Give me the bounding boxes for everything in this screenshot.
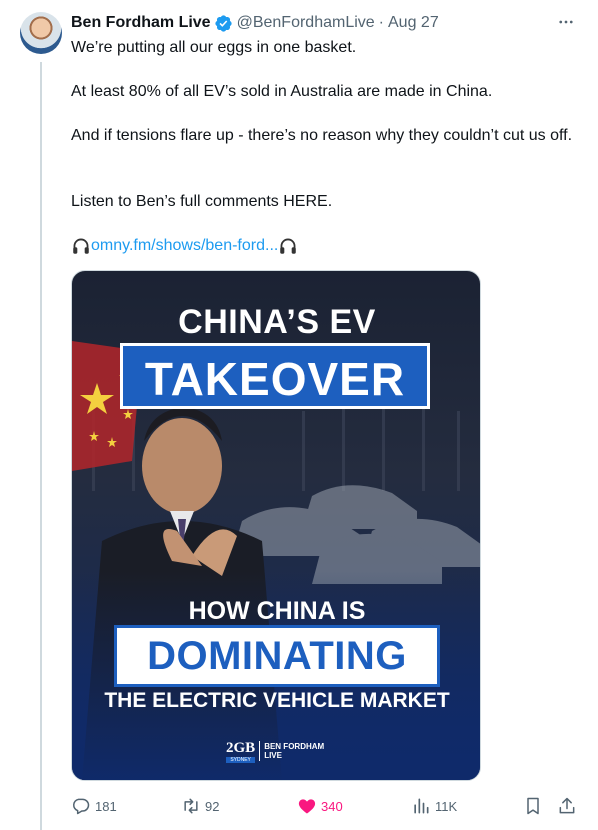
headphones-icon bbox=[73, 238, 89, 254]
verified-badge-icon bbox=[214, 14, 232, 32]
author-handle[interactable]: @BenFordhamLive bbox=[237, 14, 375, 32]
reply-button[interactable]: 181 bbox=[71, 792, 117, 820]
image-subhead-boxed: DOMINATING bbox=[147, 634, 407, 678]
brand-logo-sub: SYDNEY bbox=[226, 757, 256, 763]
action-bar: 181 92 340 11K bbox=[71, 792, 583, 820]
more-button[interactable] bbox=[554, 10, 578, 34]
bookmark-button[interactable] bbox=[523, 792, 547, 820]
external-link[interactable]: omny.fm/shows/ben-ford... bbox=[91, 235, 278, 257]
image-subhead-box: DOMINATING bbox=[114, 625, 440, 687]
tweet-date[interactable]: Aug 27 bbox=[388, 14, 439, 32]
reply-count: 181 bbox=[95, 798, 117, 814]
image-subhead-bottom: THE ELECTRIC VEHICLE MARKET bbox=[104, 689, 450, 712]
more-icon bbox=[559, 20, 573, 24]
like-button[interactable]: 340 bbox=[297, 792, 343, 820]
separator: · bbox=[378, 14, 384, 31]
link-line: omny.fm/shows/ben-ford... bbox=[71, 235, 298, 257]
retweet-icon bbox=[184, 798, 198, 814]
brand-logo-mark: 2GB bbox=[226, 740, 256, 756]
views-count: 11K bbox=[435, 798, 458, 814]
tweet-header: Ben Fordham Live @BenFordhamLive · Aug 2… bbox=[71, 12, 584, 34]
brand-line: LIVE bbox=[264, 751, 282, 760]
views-button[interactable]: 11K bbox=[411, 792, 457, 820]
reply-icon bbox=[73, 798, 90, 815]
author-name[interactable]: Ben Fordham Live bbox=[71, 14, 211, 32]
headphones-icon bbox=[280, 238, 297, 254]
share-icon bbox=[559, 797, 575, 814]
tweet-text-line: At least 80% of all EV’s sold in Austral… bbox=[71, 83, 493, 100]
brand-divider bbox=[259, 741, 261, 761]
retweet-count: 92 bbox=[205, 798, 220, 814]
brand-line: BEN FORDHAM bbox=[264, 742, 325, 751]
tweet-text-line: We’re putting all our eggs in one basket… bbox=[71, 39, 357, 56]
thread-line bbox=[40, 62, 42, 830]
image-headline: CHINA’S EV bbox=[178, 303, 376, 341]
like-count: 340 bbox=[321, 798, 343, 814]
share-button[interactable] bbox=[557, 792, 581, 820]
tweet-image[interactable]: CHINA’S EV TAKEOVER HOW CHINA IS DOMINAT… bbox=[71, 270, 481, 781]
tweet-text-line: And if tensions flare up - there’s no re… bbox=[71, 127, 573, 144]
bookmark-icon bbox=[527, 797, 539, 815]
views-icon bbox=[414, 798, 429, 814]
image-headline-boxed: TAKEOVER bbox=[144, 353, 406, 405]
image-headline-box: TAKEOVER bbox=[120, 343, 430, 409]
image-subhead: HOW CHINA IS bbox=[188, 597, 366, 625]
tweet-text-line: Listen to Ben’s full comments HERE. bbox=[71, 193, 333, 210]
brand-logo: 2GB SYDNEY BEN FORDHAM LIVE bbox=[226, 739, 324, 763]
heart-icon bbox=[298, 799, 316, 814]
retweet-button[interactable]: 92 bbox=[181, 792, 219, 820]
avatar[interactable] bbox=[20, 12, 62, 54]
